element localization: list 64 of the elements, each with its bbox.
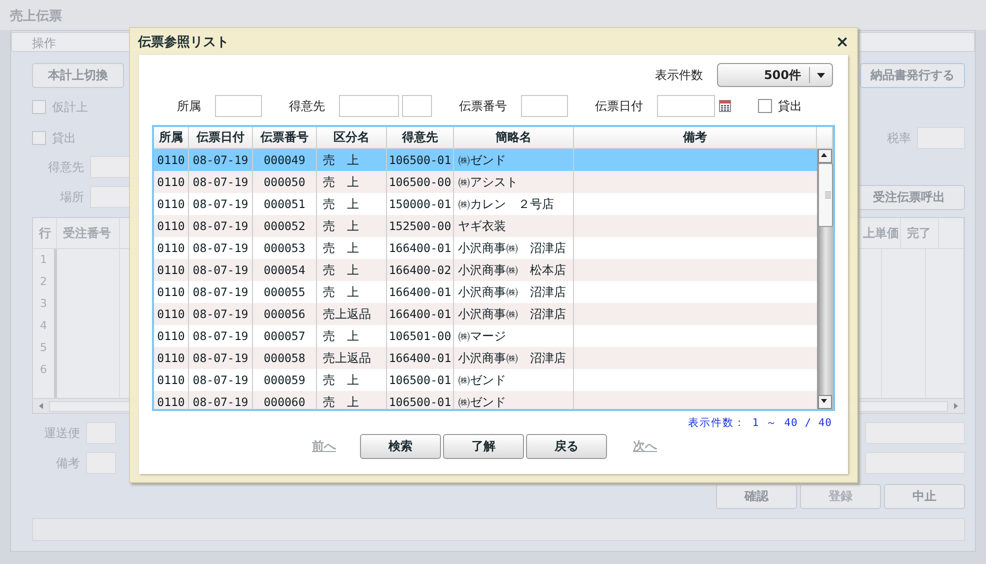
input-field[interactable]	[215, 95, 262, 117]
column-header: 所属	[154, 127, 189, 148]
vertical-scrollbar[interactable]	[817, 149, 833, 409]
field-label: 得意先	[47, 158, 84, 176]
column-header: 伝票日付	[189, 127, 253, 148]
grip-icon	[825, 191, 831, 199]
row-number: 3	[39, 297, 48, 312]
dialog-button[interactable]: 戻る	[526, 434, 607, 458]
dialog-button[interactable]: 検索	[360, 434, 441, 458]
column-header: 簡略名	[454, 127, 574, 148]
row-number: 6	[39, 363, 48, 378]
table-cell: 売 上	[317, 391, 387, 409]
checkbox-label: 仮計上	[52, 98, 88, 116]
page-title: 売上伝票	[0, 0, 986, 30]
dialog-button[interactable]: 了解	[443, 434, 524, 458]
dialog-title: 伝票参照リスト	[138, 34, 229, 50]
right-arrow-icon	[952, 401, 960, 411]
field-label: 運送便	[43, 424, 80, 442]
checkbox-label: 貸出	[778, 98, 802, 114]
table-row[interactable]: 0110 08-07-19 000060 売 上 106500-01 ㈱ゼンド	[154, 391, 817, 409]
close-button[interactable]: ×	[836, 32, 849, 51]
record-count: 表示件数： 1 ～ 40 / 40	[686, 416, 833, 430]
checkbox[interactable]	[32, 100, 46, 114]
column-header: 得意先	[387, 127, 454, 148]
date-field[interactable]	[657, 95, 715, 117]
table-row[interactable]: 0110 08-07-19 000052 売 上 152500-00 ヤギ衣装	[154, 215, 817, 237]
field-label: 場所	[59, 188, 84, 206]
table-cell: 08-07-19	[189, 391, 253, 409]
input-field[interactable]	[521, 95, 568, 117]
field-label: 得意先	[289, 98, 325, 114]
column-header: 備考	[574, 127, 817, 148]
column-header: 完了	[901, 218, 939, 248]
column-header: 行	[33, 218, 57, 248]
checkbox[interactable]	[32, 131, 46, 145]
column-header: 受注番号	[57, 218, 120, 248]
field-label: 所属	[177, 98, 201, 114]
row-number: 4	[39, 319, 48, 334]
field-label: 伝票番号	[459, 98, 507, 114]
checkbox-label: 貸出	[52, 130, 76, 146]
table-row[interactable]: 0110 08-07-19 000054 売 上 166400-02 小沢商事㈱ 松本店	[154, 259, 817, 281]
column-header: 区分名	[317, 127, 387, 148]
input-field[interactable]	[339, 95, 399, 117]
field-label: 表示件数	[655, 66, 703, 84]
table-row[interactable]: 0110 08-07-19 000049 売 上 106500-01 ㈱ゼンド	[154, 149, 817, 171]
input-field[interactable]	[402, 95, 432, 117]
field-label: 税率	[887, 130, 911, 146]
field-label: 備考	[55, 454, 80, 472]
table-cell: ㈱ゼンド	[454, 391, 574, 409]
table-cell: 106500-01	[387, 391, 454, 409]
checkbox[interactable]	[758, 99, 772, 113]
table-row[interactable]: 0110 08-07-19 000050 売 上 106500-00 ㈱アシスト	[154, 171, 817, 193]
row-number: 1	[39, 253, 48, 268]
table-row[interactable]: 0110 08-07-19 000058 売上返品 166400-01 小沢商事㈱ 沼津店	[154, 347, 817, 369]
row-number: 2	[39, 275, 48, 290]
table-row[interactable]: 0110 08-07-19 000056 売上返品 166400-01 小沢商事㈱ 沼津店	[154, 303, 817, 325]
table-cell: 000060	[253, 391, 317, 409]
page-size-dropdown[interactable]: 500件	[717, 63, 833, 87]
row-number: 5	[39, 341, 48, 356]
left-arrow-icon	[37, 401, 45, 411]
calendar-icon	[719, 100, 731, 112]
table-cell: 0110	[154, 391, 189, 409]
caret-icon	[816, 70, 826, 80]
field-label: 伝票日付	[595, 98, 643, 114]
column-header: 伝票番号	[253, 127, 317, 148]
